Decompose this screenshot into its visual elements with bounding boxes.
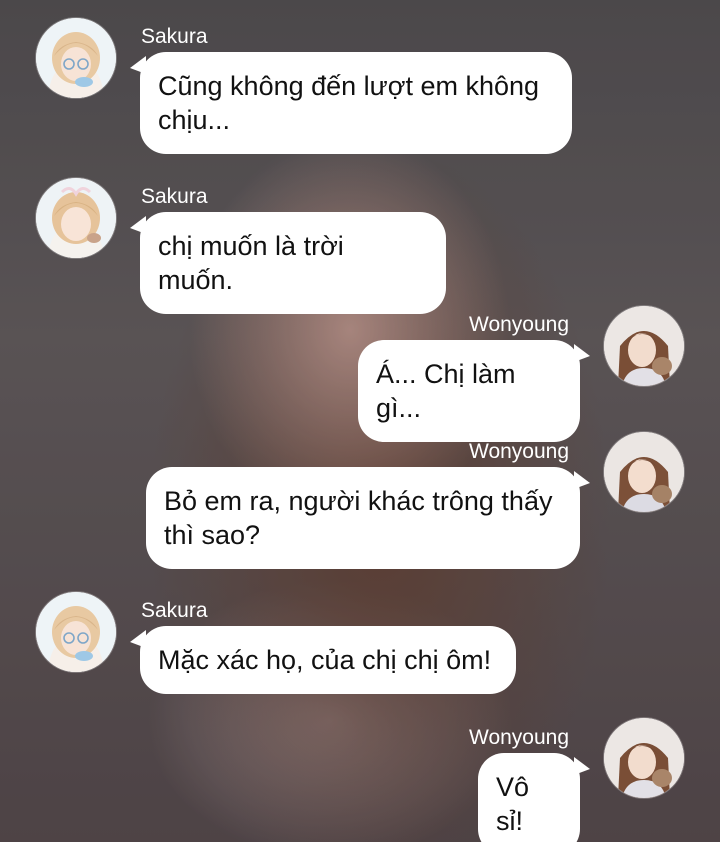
sakura-avatar-icon[interactable] <box>36 178 116 258</box>
message-text: Á... Chị làm gì... <box>376 359 516 423</box>
message-bubble[interactable]: Vô sỉ! <box>478 753 590 855</box>
sender-name: Sakura <box>141 25 208 48</box>
bubble-tail <box>130 630 146 648</box>
message-bubble[interactable]: Cũng không đến lượt em không chịu... <box>130 52 572 154</box>
sakura-avatar-icon[interactable] <box>36 18 116 98</box>
message-text: Mặc xác họ, của chị chị ôm! <box>158 645 492 675</box>
sender-name: Sakura <box>141 599 208 622</box>
bubble-tail <box>130 56 146 74</box>
message-text: Bỏ em ra, người khác trông thấy thì sao? <box>164 486 553 550</box>
message-bubble[interactable]: Mặc xác họ, của chị chị ôm! <box>130 626 516 694</box>
sender-name: Wonyoung <box>469 440 570 463</box>
sakura-avatar-icon[interactable] <box>36 592 116 672</box>
bubble-tail <box>574 471 590 489</box>
message-text: Cũng không đến lượt em không chịu... <box>158 71 540 135</box>
message-bubble[interactable]: Á... Chị làm gì... <box>358 340 590 442</box>
wonyoung-avatar-icon[interactable] <box>604 306 684 386</box>
sender-name: Wonyoung <box>469 726 570 749</box>
bubble-tail <box>130 216 146 234</box>
bubble-tail <box>574 757 590 775</box>
sender-name: Wonyoung <box>469 313 570 336</box>
sender-name: Sakura <box>141 185 208 208</box>
message-text: Vô sỉ! <box>496 772 530 836</box>
message-bubble[interactable]: Bỏ em ra, người khác trông thấy thì sao? <box>146 467 590 569</box>
message-text: chị muốn là trời muốn. <box>158 231 344 295</box>
wonyoung-avatar-icon[interactable] <box>604 718 684 798</box>
bubble-tail <box>574 344 590 362</box>
message-bubble[interactable]: chị muốn là trời muốn. <box>130 212 446 314</box>
wonyoung-avatar-icon[interactable] <box>604 432 684 512</box>
